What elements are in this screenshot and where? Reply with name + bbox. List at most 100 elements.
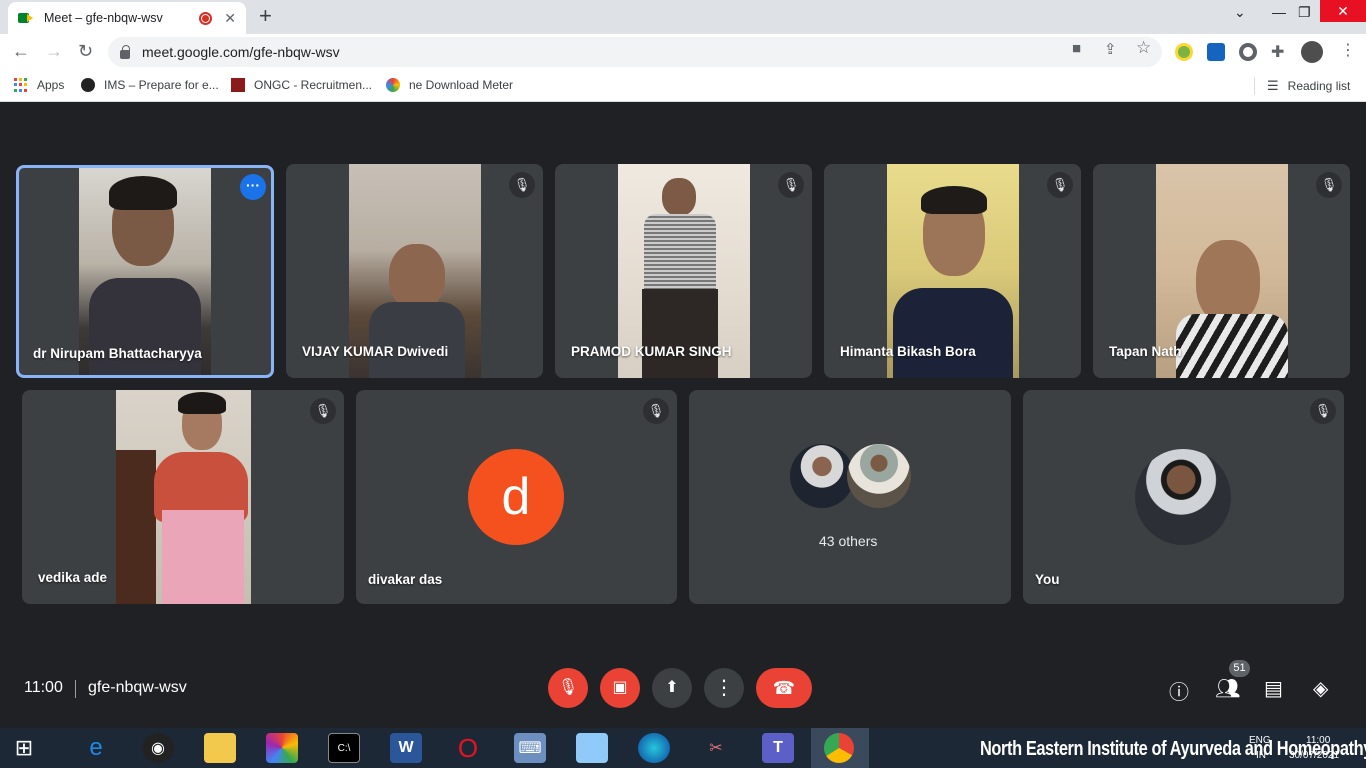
participants-count-badge: 51 xyxy=(1229,660,1250,677)
tab-strip: Meet – gfe-nbqw-wsv ✕ + ⌄ — ❐ ✕ xyxy=(0,0,1366,34)
participant-name: VIJAY KUMAR Dwivedi xyxy=(302,344,449,359)
participant-name: PRAMOD KUMAR SINGH xyxy=(571,344,732,359)
back-icon[interactable]: ← xyxy=(12,41,30,61)
activities-icon[interactable]: ◈ xyxy=(1313,676,1328,701)
mic-toggle-button[interactable]: 🎙︎ xyxy=(548,668,588,708)
new-tab-button[interactable]: + xyxy=(259,5,272,27)
more-options-button[interactable]: ⋮ xyxy=(704,668,744,708)
tab-close-icon[interactable]: ✕ xyxy=(224,10,236,27)
recording-icon xyxy=(199,11,213,25)
download-meter-icon xyxy=(386,78,400,92)
participant-video xyxy=(116,390,251,604)
ongc-logo-icon xyxy=(231,78,245,92)
word-icon[interactable]: W xyxy=(390,733,422,763)
leave-call-button[interactable]: ☎ xyxy=(756,668,812,708)
camera-icon[interactable]: ■ xyxy=(1072,40,1081,57)
participant-tile[interactable]: 🎙︎ Himanta Bikash Bora xyxy=(824,164,1081,378)
forward-icon[interactable]: → xyxy=(45,41,63,61)
window-close-button[interactable]: ✕ xyxy=(1320,0,1366,22)
participant-tile[interactable]: 🎙︎ Tapan Nath xyxy=(1093,164,1350,378)
bookmark-apps[interactable]: Apps xyxy=(14,78,64,92)
mic-off-icon: 🎙︎ xyxy=(778,172,804,198)
ims-logo-icon xyxy=(81,78,95,92)
participant-tile[interactable]: ··· dr Nirupam Bhattacharyya xyxy=(16,165,274,378)
participant-name: Himanta Bikash Bora xyxy=(840,344,976,359)
participant-tile[interactable]: d 🎙︎ divakar das xyxy=(356,390,677,604)
mic-off-icon: 🎙︎ xyxy=(509,172,535,198)
participant-name: vedika ade xyxy=(38,570,108,585)
teams-icon[interactable]: T xyxy=(762,733,794,763)
more-options-icon[interactable]: ··· xyxy=(240,174,266,200)
lock-icon xyxy=(120,44,130,59)
keyboard-app-icon[interactable]: ⌨ xyxy=(514,733,546,763)
participant-name: Tapan Nath xyxy=(1109,344,1182,359)
address-bar[interactable]: meet.google.com/gfe-nbqw-wsv xyxy=(108,37,1162,67)
others-avatar xyxy=(790,444,854,508)
meet-favicon-icon xyxy=(18,11,34,25)
control-panel-icon[interactable] xyxy=(576,733,608,763)
tray-clock[interactable]: 11:00 xyxy=(1306,735,1330,746)
url-text: meet.google.com/gfe-nbqw-wsv xyxy=(142,44,340,60)
windows-start-icon[interactable]: ⊞ xyxy=(8,733,40,763)
tray-date: 30/07/2021 xyxy=(1289,750,1340,761)
mic-off-icon: 🎙︎ xyxy=(1316,172,1342,198)
profile-avatar[interactable] xyxy=(1301,41,1323,63)
minimize-button[interactable]: — xyxy=(1272,4,1286,20)
edge-icon[interactable] xyxy=(638,733,670,763)
share-icon[interactable]: ⇪ xyxy=(1104,40,1117,58)
maximize-button[interactable]: ❐ xyxy=(1298,4,1311,21)
reading-list-icon: ☰ xyxy=(1267,78,1279,93)
camera-toggle-button[interactable]: ▣ xyxy=(600,668,640,708)
others-tile[interactable]: 43 others xyxy=(689,390,1011,604)
snipping-tool-icon[interactable]: ✂ xyxy=(700,733,732,763)
meeting-time: 11:00 xyxy=(24,679,63,696)
others-avatar xyxy=(847,444,911,508)
reading-list-label: Reading list xyxy=(1287,79,1351,93)
participant-tile[interactable]: 🎙︎ VIJAY KUMAR Dwivedi xyxy=(286,164,543,378)
internet-explorer-icon[interactable]: e xyxy=(80,733,112,763)
chat-icon[interactable]: ▤ xyxy=(1264,676,1283,701)
reading-list-button[interactable]: ☰ Reading list xyxy=(1267,78,1350,94)
photos-app-icon[interactable] xyxy=(266,733,298,763)
mic-off-icon: 🎙︎ xyxy=(643,398,669,424)
others-count: 43 others xyxy=(819,533,878,549)
bookmark-ongc[interactable]: ONGC - Recruitmen... xyxy=(231,78,372,92)
tray-region: IN xyxy=(1256,750,1266,761)
browser-toolbar: ← → ↻ meet.google.com/gfe-nbqw-wsv ■ ⇪ ☆ xyxy=(0,34,1366,70)
participant-tile[interactable]: 🎙︎ PRAMOD KUMAR SINGH xyxy=(555,164,812,378)
tab-title: Meet – gfe-nbqw-wsv xyxy=(44,11,163,25)
opera-icon[interactable]: O xyxy=(452,733,484,763)
bookmark-ims[interactable]: IMS – Prepare for e... xyxy=(81,78,219,92)
bookmark-divider xyxy=(1254,77,1255,95)
chrome-menu-icon[interactable]: ⋮ xyxy=(1340,41,1356,61)
self-avatar xyxy=(1135,449,1231,545)
apps-grid-icon xyxy=(14,78,28,92)
people-icon[interactable]: 👥︎ xyxy=(1215,676,1240,701)
bookmark-label: Apps xyxy=(37,78,65,92)
participant-name: divakar das xyxy=(368,572,443,587)
bookmark-label: ONGC - Recruitmen... xyxy=(254,78,373,92)
bookmark-star-icon[interactable]: ☆ xyxy=(1136,38,1151,58)
file-explorer-icon[interactable] xyxy=(204,733,236,763)
webcam-app-icon[interactable]: ◉ xyxy=(142,733,174,763)
browser-tab[interactable]: Meet – gfe-nbqw-wsv ✕ xyxy=(8,2,246,34)
meeting-code: gfe-nbqw-wsv xyxy=(88,679,187,696)
present-screen-button[interactable]: ⬆ xyxy=(652,668,692,708)
bookmark-label: IMS – Prepare for e... xyxy=(104,78,219,92)
tab-search-icon[interactable]: ⌄ xyxy=(1234,4,1246,21)
bookmark-download-meter[interactable]: ne Download Meter xyxy=(386,78,513,92)
extensions-puzzle-icon[interactable]: ✚ xyxy=(1271,42,1289,61)
extension-icon[interactable] xyxy=(1175,43,1193,61)
self-tile[interactable]: 🎙︎ You xyxy=(1023,390,1344,604)
participant-avatar: d xyxy=(468,449,564,545)
chrome-icon[interactable] xyxy=(824,733,854,763)
bookmarks-bar: Apps IMS – Prepare for e... ONGC - Recru… xyxy=(0,70,1366,102)
extension-circle-icon[interactable] xyxy=(1239,43,1257,61)
tray-language[interactable]: ENG xyxy=(1249,735,1271,746)
mic-off-icon: 🎙︎ xyxy=(310,398,336,424)
meeting-info-icon[interactable]: ⓘ xyxy=(1169,676,1189,705)
participant-tile[interactable]: 🎙︎ vedika ade xyxy=(22,390,344,604)
reload-icon[interactable]: ↻ xyxy=(78,41,93,61)
extension-chart-icon[interactable] xyxy=(1207,43,1225,61)
command-prompt-icon[interactable]: C:\ xyxy=(328,733,360,763)
